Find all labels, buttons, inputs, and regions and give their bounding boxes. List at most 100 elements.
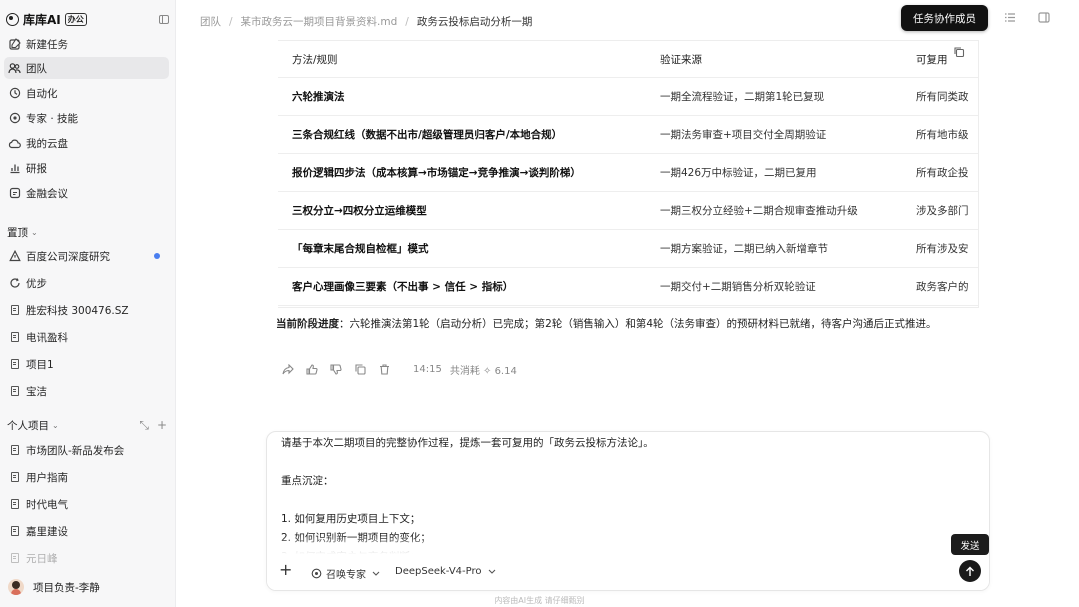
table-cell-source: 一期全流程验证，二期第1轮已复现 <box>646 77 902 116</box>
nav-label: 团队 <box>26 62 47 75</box>
pinned-section-header[interactable]: 置顶 ⌄ <box>7 224 167 240</box>
table-cell-reusable: 政务客户的 <box>902 267 978 306</box>
table-cell-source: 一期三权分立经验+二期合规审查推动升级 <box>646 191 902 230</box>
table-cell-reusable: 所有地市级 <box>902 115 978 154</box>
task-members-button[interactable]: 任务协作成员 <box>901 5 988 31</box>
pinned-item[interactable]: 项目1 <box>4 353 169 375</box>
app-logo: 库库AI 办公 <box>6 10 169 28</box>
table-cell-source: 一期426万中标验证，二期已复用 <box>646 153 902 192</box>
refresh-icon <box>8 277 21 290</box>
table-cell-method: 「每章末尾合规自检框」模式 <box>278 229 646 268</box>
table-cell-method: 六轮推演法 <box>278 77 646 116</box>
nav-label: 金融会议 <box>26 187 68 200</box>
document-icon <box>8 552 21 565</box>
personal-item[interactable]: 元日峰 <box>4 547 169 569</box>
research-report-icon <box>8 250 21 263</box>
table-row: 三条合规红线（数据不出市/超级管理员归客户/本地合规） 一期法务审查+项目交付全… <box>278 115 978 154</box>
table-cell-method: 三条合规红线（数据不出市/超级管理员归客户/本地合规） <box>278 115 646 154</box>
personal-item[interactable]: 时代电气 <box>4 493 169 515</box>
pinned-item[interactable]: 电讯盈科 <box>4 326 169 348</box>
user-name: 项目负责-李静 <box>33 581 100 594</box>
sidebar: 库库AI 办公 新建任务 团队 自动化 专家 · 技能 我的云盘 研报 金融会议… <box>0 0 176 607</box>
summon-expert-button[interactable]: 召唤专家 <box>311 566 380 581</box>
nav-label: 自动化 <box>26 87 58 100</box>
nav-item-team[interactable]: 团队 <box>4 57 169 79</box>
nav-item-research[interactable]: 研报 <box>4 157 169 179</box>
document-icon <box>8 385 21 398</box>
nav-item-new-task[interactable]: 新建任务 <box>4 33 169 55</box>
expert-icon <box>8 112 21 125</box>
message-actions: 14:15 共消耗 ✧ 6.14 <box>281 362 517 377</box>
table-row: 六轮推演法 一期全流程验证，二期第1轮已复现 所有同类政 <box>278 77 978 116</box>
table-cell-source: 一期方案验证，二期已纳入新增章节 <box>646 229 902 268</box>
logo-icon <box>6 12 19 26</box>
document-icon <box>8 304 21 317</box>
personal-item-label: 嘉里建设 <box>26 525 68 538</box>
document-icon <box>8 331 21 344</box>
breadcrumb-current: 政务云投标启动分析一期 <box>416 16 533 28</box>
add-project-icon[interactable]: + <box>157 418 167 433</box>
personal-item[interactable]: 嘉里建设 <box>4 520 169 542</box>
thumbs-up-icon[interactable] <box>305 364 319 376</box>
personal-item-label: 市场团队-新品发布会 <box>26 444 125 457</box>
nav-item-meeting[interactable]: 金融会议 <box>4 182 169 204</box>
add-attachment-icon[interactable]: + <box>279 562 292 578</box>
breadcrumb-item[interactable]: 某市政务云一期项目背景资料.md <box>241 14 398 29</box>
composer-toolbar: + 召唤专家 DeepSeek-V4-Pro <box>267 554 989 590</box>
methods-table[interactable]: 方法/规则 验证来源 可复用 六轮推演法 一期全流程验证，二期第1轮已复现 所有… <box>278 40 979 308</box>
model-selector[interactable]: DeepSeek-V4-Pro <box>395 566 496 577</box>
thumbs-down-icon[interactable] <box>329 364 343 376</box>
pinned-item[interactable]: 优步 <box>4 272 169 294</box>
pinned-item[interactable]: 胜宏科技 300476.SZ <box>4 299 169 321</box>
automation-icon <box>8 87 21 100</box>
personal-item[interactable]: 市场团队-新品发布会 <box>4 439 169 461</box>
ai-disclaimer: 内容由AI生成 请仔细甄别 <box>494 596 585 605</box>
delete-icon[interactable] <box>377 364 391 376</box>
column-header: 方法/规则 <box>278 41 646 78</box>
list-view-icon[interactable] <box>1004 12 1016 23</box>
personal-section-header[interactable]: 个人项目 ⌄ ⤡ + <box>7 417 167 433</box>
summon-label: 召唤专家 <box>326 570 366 581</box>
summon-icon <box>311 568 322 579</box>
personal-item[interactable]: 用户指南 <box>4 466 169 488</box>
table-cell-source: 一期法务审查+项目交付全周期验证 <box>646 115 902 154</box>
panel-toggle-icon[interactable] <box>1038 12 1050 23</box>
pinned-item-label: 电讯盈科 <box>26 331 68 344</box>
pinned-item-label: 优步 <box>26 277 47 290</box>
chevron-down-icon: ⌄ <box>52 420 59 430</box>
expand-icon[interactable]: ⤡ <box>139 418 149 433</box>
pinned-title: 置顶 <box>7 226 28 239</box>
chevron-down-icon <box>372 571 380 576</box>
table-cell-source: 一期交付+二期销售分析双轮验证 <box>646 267 902 306</box>
sidebar-collapse-icon[interactable] <box>159 14 169 24</box>
send-button[interactable] <box>959 560 981 582</box>
breadcrumb: 团队 / 某市政务云一期项目背景资料.md / 政务云投标启动分析一期 <box>200 14 532 29</box>
cloud-drive-icon <box>8 137 21 150</box>
pinned-item[interactable]: 宝洁 <box>4 380 169 402</box>
nav-item-automation[interactable]: 自动化 <box>4 82 169 104</box>
message-composer[interactable]: 请基于本次二期项目的完整协作过程，提炼一套可复用的「政务云投标方法论」。 重点沉… <box>266 431 990 591</box>
app-name: 库库AI <box>23 12 61 27</box>
share-icon[interactable] <box>281 364 295 376</box>
pinned-item[interactable]: 百度公司深度研究 <box>4 245 169 267</box>
copy-icon[interactable] <box>353 364 367 376</box>
pinned-item-label: 胜宏科技 300476.SZ <box>26 304 129 317</box>
personal-item-label: 时代电气 <box>26 498 68 511</box>
column-header: 验证来源 <box>646 41 902 78</box>
table-cell-method: 报价逻辑四步法（成本核算→市场锚定→竞争推演→谈判阶梯） <box>278 153 646 192</box>
nav-item-expert-skills[interactable]: 专家 · 技能 <box>4 107 169 129</box>
progress-summary: 当前阶段进度：六轮推演法第1轮（启动分析）已完成；第2轮（销售输入）和第4轮（法… <box>276 315 988 333</box>
user-profile[interactable]: 项目负责-李静 <box>8 577 100 597</box>
breadcrumb-separator: / <box>405 15 409 28</box>
breadcrumb-item[interactable]: 团队 <box>200 14 221 29</box>
chevron-down-icon <box>488 569 496 574</box>
progress-body: ：六轮推演法第1轮（启动分析）已完成；第2轮（销售输入）和第4轮（法务审查）的预… <box>339 318 937 330</box>
column-header: 可复用 <box>902 41 978 78</box>
copy-table-icon[interactable] <box>953 46 965 58</box>
new-task-icon <box>8 38 21 51</box>
nav-item-cloud-drive[interactable]: 我的云盘 <box>4 132 169 154</box>
meeting-icon <box>8 187 21 200</box>
breadcrumb-separator: / <box>229 15 233 28</box>
send-arrow-icon <box>966 566 974 576</box>
pinned-item-label: 百度公司深度研究 <box>26 250 110 263</box>
